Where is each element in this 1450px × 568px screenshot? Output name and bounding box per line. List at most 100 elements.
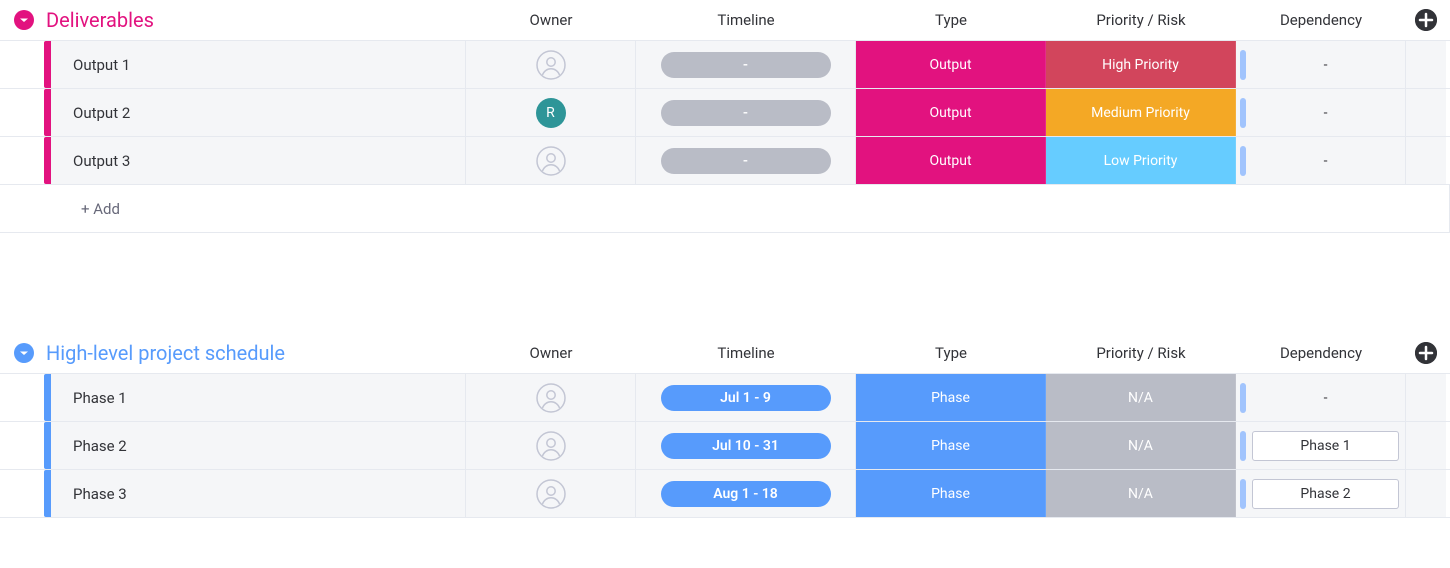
column-header-owner[interactable]: Owner [466, 11, 636, 29]
type-cell[interactable]: Phase [856, 422, 1046, 469]
dependency-cell[interactable]: - [1236, 374, 1406, 421]
column-header-timeline[interactable]: Timeline [636, 11, 856, 29]
timeline-pill: - [661, 52, 831, 78]
type-cell[interactable]: Output [856, 89, 1046, 136]
type-label: Phase [931, 486, 970, 502]
item-name-cell[interactable]: Output 3 [51, 137, 466, 184]
row-trailing-cell [1406, 470, 1446, 517]
add-column-cell [1406, 342, 1446, 364]
priority-label: Medium Priority [1091, 105, 1190, 121]
add-item-label[interactable]: + Add [51, 185, 1450, 232]
dependency-accent [1240, 431, 1246, 461]
timeline-cell[interactable]: Aug 1 - 18 [636, 470, 856, 517]
item-name-cell[interactable]: Phase 2 [51, 422, 466, 469]
priority-cell[interactable]: N/A [1046, 422, 1236, 469]
dependency-value: - [1252, 98, 1399, 128]
timeline-pill: - [661, 148, 831, 174]
timeline-cell[interactable]: Jul 1 - 9 [636, 374, 856, 421]
type-label: Phase [931, 438, 970, 454]
dependency-value: Phase 2 [1252, 479, 1399, 509]
person-icon [536, 383, 566, 413]
column-header-type[interactable]: Type [856, 344, 1046, 362]
type-label: Output [929, 105, 971, 121]
priority-cell[interactable]: Medium Priority [1046, 89, 1236, 136]
type-label: Output [929, 57, 971, 73]
row-trailing-cell [1406, 422, 1446, 469]
dependency-cell[interactable]: - [1236, 41, 1406, 88]
item-name: Phase 1 [73, 389, 127, 407]
type-cell[interactable]: Phase [856, 374, 1046, 421]
row-accent [44, 41, 51, 88]
table-row[interactable]: Phase 1 Jul 1 - 9PhaseN/A- [0, 373, 1450, 421]
table-row[interactable]: Phase 2 Jul 10 - 31 Phase N/A Phase 1 [0, 421, 1450, 469]
table-row[interactable]: Output 3-OutputLow Priority- [0, 136, 1450, 184]
item-name-cell[interactable]: Output 1 [51, 41, 466, 88]
dependency-accent [1240, 50, 1246, 80]
dependency-cell[interactable]: Phase 1 [1236, 422, 1406, 469]
priority-label: N/A [1128, 486, 1153, 502]
timeline-pill: Aug 1 - 18 [661, 481, 831, 507]
owner-cell[interactable] [466, 422, 636, 469]
type-cell[interactable]: Phase [856, 470, 1046, 517]
column-header-dependency[interactable]: Dependency [1236, 11, 1406, 29]
row-accent [44, 89, 51, 136]
priority-cell[interactable]: High Priority [1046, 41, 1236, 88]
chevron-down-icon[interactable] [14, 343, 34, 363]
dependency-accent [1240, 146, 1246, 176]
row-indent [0, 89, 44, 136]
column-header-owner[interactable]: Owner [466, 344, 636, 362]
column-header-priority[interactable]: Priority / Risk [1046, 344, 1236, 362]
owner-cell[interactable]: R [466, 89, 636, 136]
add-column-button[interactable] [1415, 9, 1437, 31]
row-indent [0, 41, 44, 88]
owner-cell[interactable] [466, 470, 636, 517]
dependency-value: - [1252, 146, 1399, 176]
item-name: Phase 2 [73, 437, 127, 455]
group-title[interactable]: High-level project schedule [46, 341, 466, 365]
dependency-value: Phase 1 [1252, 431, 1399, 461]
add-column-button[interactable] [1415, 342, 1437, 364]
timeline-cell[interactable]: - [636, 137, 856, 184]
timeline-cell[interactable]: - [636, 89, 856, 136]
item-name-cell[interactable]: Phase 1 [51, 374, 466, 421]
group-schedule: High-level project scheduleOwnerTimeline… [0, 333, 1450, 518]
item-name: Output 2 [73, 104, 130, 122]
owner-cell[interactable] [466, 374, 636, 421]
timeline-cell[interactable]: - [636, 41, 856, 88]
chevron-down-icon[interactable] [14, 10, 34, 30]
column-header-dependency[interactable]: Dependency [1236, 344, 1406, 362]
item-name-cell[interactable]: Phase 3 [51, 470, 466, 517]
dependency-cell[interactable]: - [1236, 137, 1406, 184]
row-trailing-cell [1406, 374, 1446, 421]
group-header: DeliverablesOwnerTimelineTypePriority / … [0, 0, 1450, 40]
priority-cell[interactable]: N/A [1046, 470, 1236, 517]
item-name-cell[interactable]: Output 2 [51, 89, 466, 136]
timeline-pill: Jul 10 - 31 [661, 433, 831, 459]
priority-cell[interactable]: N/A [1046, 374, 1236, 421]
table-row[interactable]: Phase 3 Aug 1 - 18 Phase N/A Phase 2 [0, 469, 1450, 517]
row-trailing-cell [1406, 41, 1446, 88]
column-header-priority[interactable]: Priority / Risk [1046, 11, 1236, 29]
add-item-row[interactable]: + Add [0, 184, 1450, 232]
priority-cell[interactable]: Low Priority [1046, 137, 1236, 184]
priority-label: High Priority [1102, 57, 1179, 73]
dependency-cell[interactable]: Phase 2 [1236, 470, 1406, 517]
type-cell[interactable]: Output [856, 137, 1046, 184]
timeline-pill: - [661, 100, 831, 126]
item-name: Phase 3 [73, 485, 127, 503]
dependency-value: - [1252, 383, 1399, 413]
row-indent [0, 137, 44, 184]
owner-cell[interactable] [466, 137, 636, 184]
table-row[interactable]: Output 1 - Output High Priority - [0, 40, 1450, 88]
row-accent [44, 137, 51, 184]
column-header-timeline[interactable]: Timeline [636, 344, 856, 362]
type-cell[interactable]: Output [856, 41, 1046, 88]
avatar: R [536, 98, 566, 128]
dependency-cell[interactable]: - [1236, 89, 1406, 136]
dependency-value: - [1252, 50, 1399, 80]
owner-cell[interactable] [466, 41, 636, 88]
column-header-type[interactable]: Type [856, 11, 1046, 29]
table-row[interactable]: Output 2 R - Output Medium Priority - [0, 88, 1450, 136]
timeline-cell[interactable]: Jul 10 - 31 [636, 422, 856, 469]
group-title[interactable]: Deliverables [46, 8, 466, 32]
